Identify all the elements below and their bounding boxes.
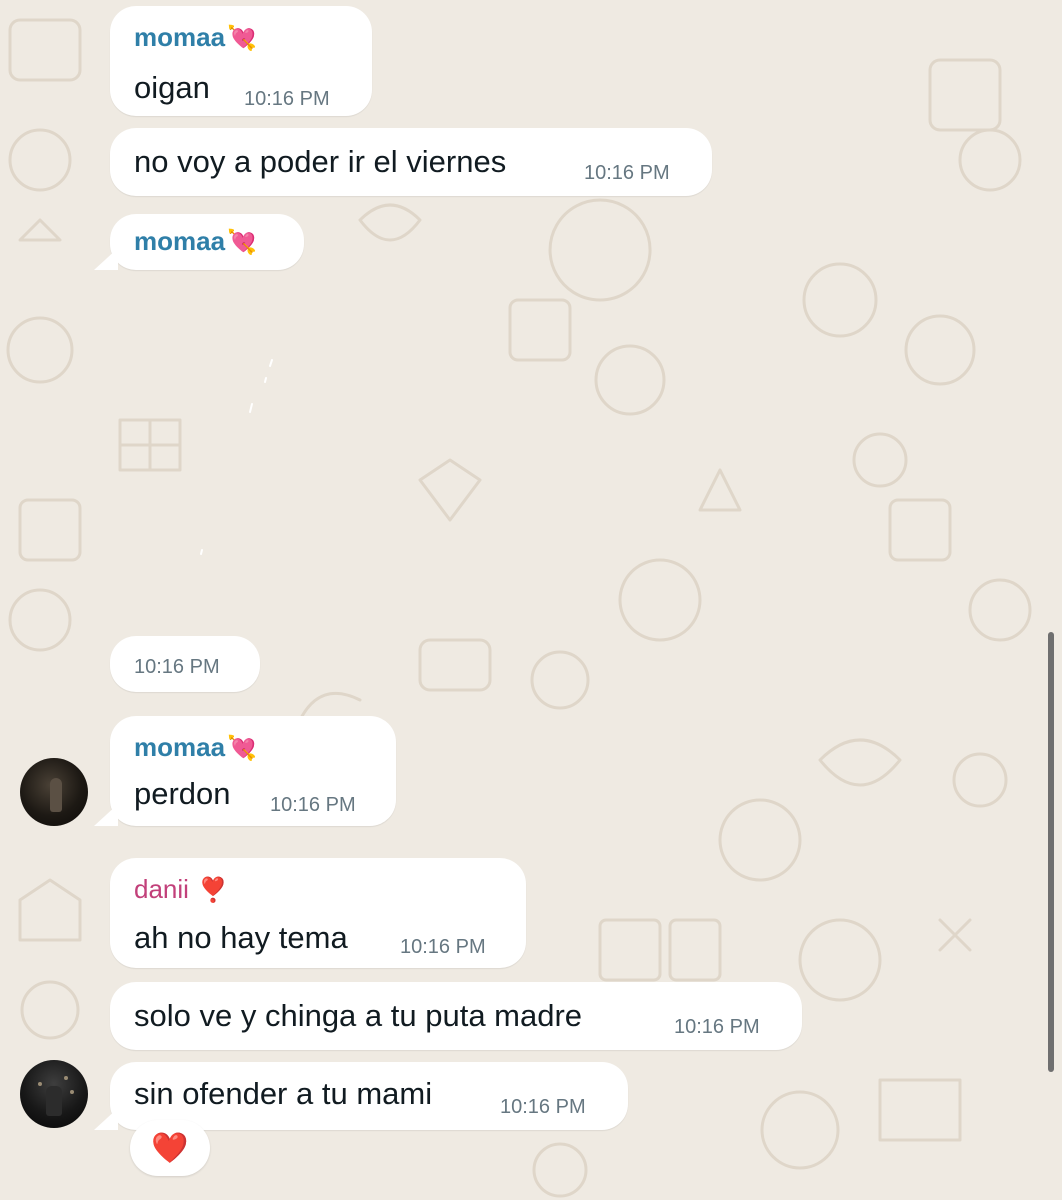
message-text: sin ofender a tu mami [134, 1076, 433, 1111]
message-timestamp: 10:16 PM [244, 88, 330, 110]
sticker-timestamp-bubble: 10:16 PM [110, 636, 260, 692]
sender-name: danii ❣️ [134, 874, 229, 904]
message-bubble[interactable]: danii ❣️ ah no hay tema 10:16 PM [110, 858, 526, 968]
message-text: perdon [134, 776, 231, 811]
sender-name: momaa💘 [134, 226, 257, 256]
reaction-badge[interactable]: ❤️ [130, 1120, 210, 1176]
message-timestamp: 10:16 PM [134, 656, 220, 678]
red-heart-icon: ❤️ [151, 1131, 189, 1165]
message-timestamp: 10:16 PM [400, 936, 486, 958]
message-bubble[interactable]: momaa💘 perdon 10:16 PM [94, 716, 396, 826]
message-bubble[interactable]: momaa💘 [94, 214, 304, 270]
heart-arrow-emoji: 💘 [227, 229, 257, 256]
message-timestamp: 10:16 PM [584, 162, 670, 184]
message-timestamp: 10:16 PM [674, 1016, 760, 1038]
scrollbar[interactable] [1048, 632, 1054, 1072]
sender-name: momaa💘 [134, 22, 257, 52]
message-bubble[interactable]: momaa💘 oigan 10:16 PM [110, 6, 372, 116]
message-text: ah no hay tema [134, 920, 348, 955]
heart-arrow-emoji: 💘 [227, 735, 257, 762]
sender-name: momaa💘 [134, 732, 257, 762]
message-timestamp: 10:16 PM [270, 794, 356, 816]
heart-arrow-emoji: 💘 [227, 25, 257, 52]
message-timestamp: 10:16 PM [500, 1096, 586, 1118]
message-text: no voy a poder ir el viernes [134, 144, 507, 179]
danii-avatar[interactable] [20, 1060, 88, 1128]
chat-messages: momaa💘 oigan 10:16 PM no voy a poder ir … [0, 0, 1062, 1200]
heart-exclamation-emoji: ❣️ [198, 877, 229, 904]
message-bubble[interactable]: solo ve y chinga a tu puta madre 10:16 P… [110, 982, 802, 1050]
sticker-image[interactable] [110, 268, 510, 628]
message-text: solo ve y chinga a tu puta madre [134, 998, 583, 1033]
message-bubble[interactable]: no voy a poder ir el viernes 10:16 PM [110, 128, 712, 196]
momaa-avatar[interactable] [20, 758, 88, 826]
message-text: oigan [134, 70, 210, 105]
